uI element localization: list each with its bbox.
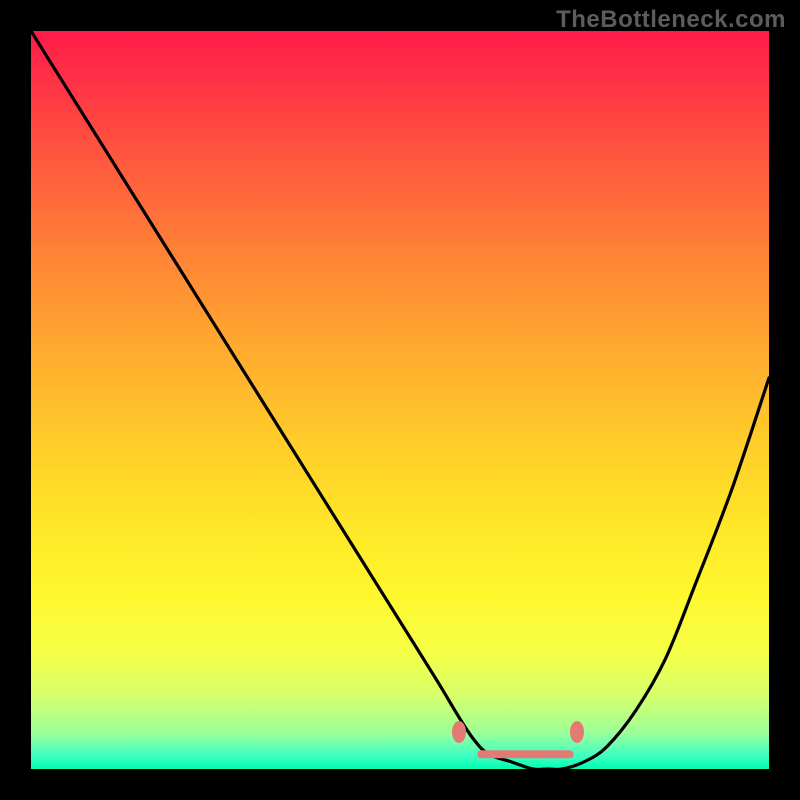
range-marker-left [452, 721, 466, 743]
plot-area [31, 31, 769, 769]
watermark-text: TheBottleneck.com [556, 6, 786, 34]
bottleneck-curve [31, 31, 769, 769]
chart-frame: TheBottleneck.com [0, 0, 800, 800]
